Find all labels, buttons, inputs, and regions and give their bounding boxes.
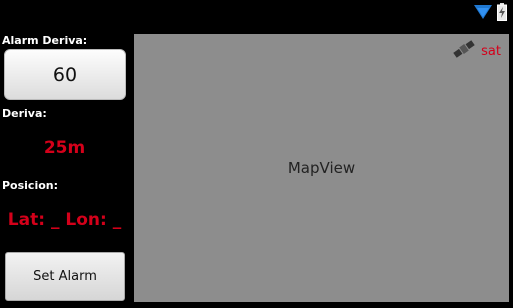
battery-charging-icon bbox=[497, 3, 507, 25]
status-icons bbox=[473, 3, 507, 25]
alarm-deriva-input[interactable]: 60 bbox=[4, 49, 126, 100]
sat-label: sat bbox=[481, 43, 501, 59]
set-alarm-button[interactable]: Set Alarm bbox=[5, 252, 125, 301]
posicion-label: Posicion: bbox=[2, 179, 59, 192]
alarm-deriva-label: Alarm Deriva: bbox=[2, 34, 88, 47]
deriva-label: Deriva: bbox=[2, 107, 47, 120]
map-view[interactable]: sat MapView bbox=[134, 34, 509, 302]
map-placeholder-label: MapView bbox=[287, 159, 356, 177]
wifi-icon bbox=[473, 4, 493, 24]
deriva-value: 25m bbox=[43, 138, 86, 158]
satellite-toggle[interactable]: sat bbox=[453, 39, 501, 63]
posicion-value: Lat: _ Lon: _ bbox=[7, 210, 122, 230]
satellite-icon bbox=[453, 39, 475, 63]
sidebar-panel: Alarm Deriva: 60 Deriva: 25m Posicion: L… bbox=[0, 24, 129, 308]
status-bar bbox=[0, 0, 513, 24]
